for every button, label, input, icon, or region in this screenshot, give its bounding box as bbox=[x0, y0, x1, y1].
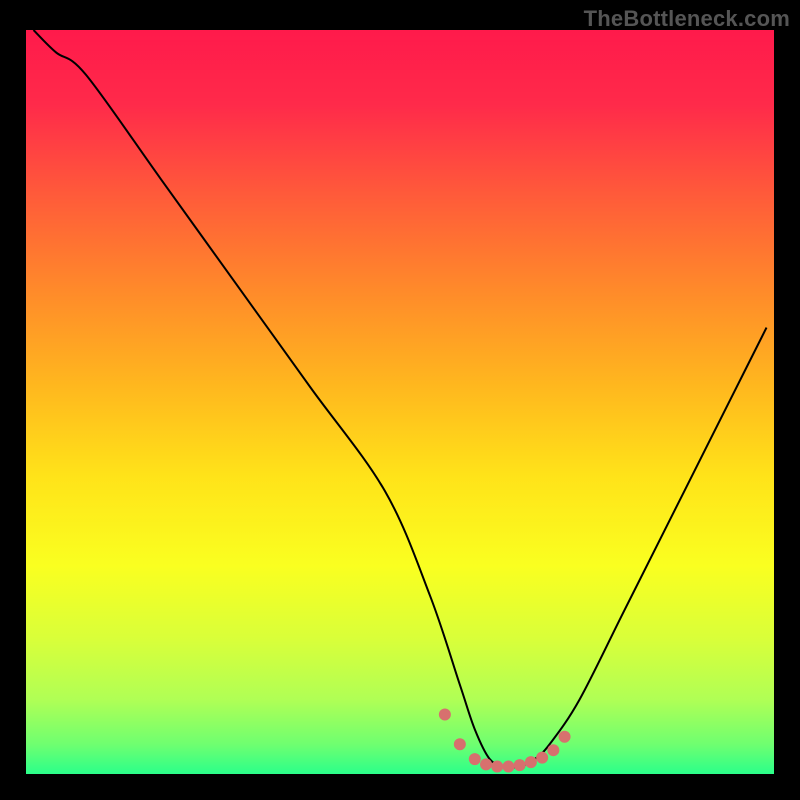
trough-marker bbox=[491, 761, 503, 773]
gradient-background bbox=[26, 30, 774, 774]
trough-marker bbox=[525, 756, 537, 768]
trough-marker bbox=[439, 708, 451, 720]
plot-area bbox=[26, 30, 774, 774]
chart-frame: TheBottleneck.com bbox=[0, 0, 800, 800]
watermark-text: TheBottleneck.com bbox=[584, 6, 790, 32]
trough-marker bbox=[480, 758, 492, 770]
trough-marker bbox=[559, 731, 571, 743]
trough-marker bbox=[536, 752, 548, 764]
trough-marker bbox=[547, 744, 559, 756]
trough-marker bbox=[514, 759, 526, 771]
chart-svg bbox=[26, 30, 774, 774]
trough-marker bbox=[469, 753, 481, 765]
trough-marker bbox=[454, 738, 466, 750]
trough-marker bbox=[502, 761, 514, 773]
